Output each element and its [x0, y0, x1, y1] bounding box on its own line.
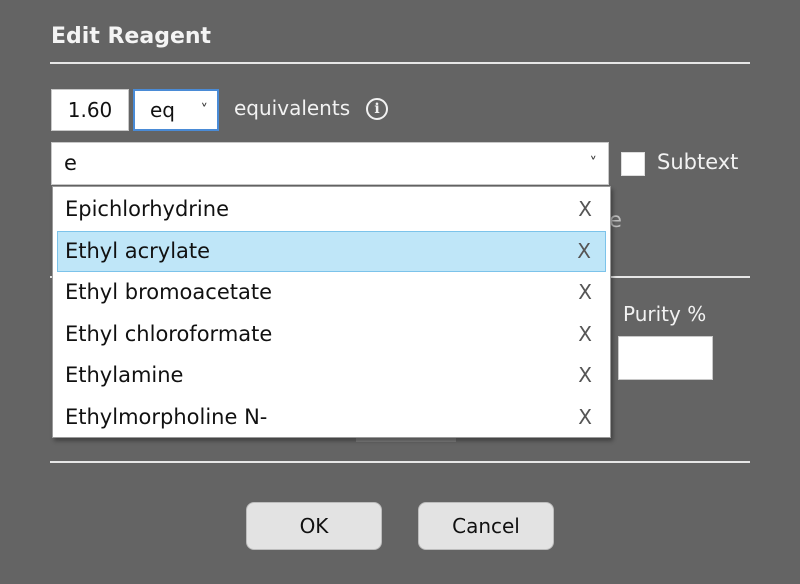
list-item[interactable]: Epichlorhydrine X [57, 189, 606, 231]
reagent-input-value: e [64, 151, 77, 175]
purity-label: Purity % [623, 302, 707, 326]
unit-select[interactable]: eq ˅ [133, 89, 219, 131]
purity-input[interactable] [618, 336, 713, 380]
list-item[interactable]: Ethylmorpholine N- X [57, 397, 606, 439]
list-item-label: Ethyl acrylate [65, 238, 211, 263]
list-item-label: Ethylmorpholine N- [65, 404, 268, 429]
remove-icon[interactable]: X [578, 314, 592, 355]
chevron-down-icon: ˅ [200, 101, 209, 119]
subtext-checkbox[interactable] [621, 152, 645, 176]
remove-icon[interactable]: X [578, 355, 592, 396]
unit-select-value: eq [150, 98, 175, 122]
list-item-label: Ethyl bromoacetate [65, 280, 272, 304]
remove-icon[interactable]: X [578, 272, 592, 313]
list-item-label: Ethylamine [65, 363, 184, 387]
list-item[interactable]: Ethyl chloroformate X [57, 314, 606, 356]
list-item[interactable]: Ethyl acrylate X [57, 230, 606, 272]
info-icon[interactable]: i [366, 98, 388, 120]
reagent-dropdown-list[interactable]: Epichlorhydrine X Ethyl acrylate X Ethyl… [52, 186, 611, 438]
amount-input[interactable]: 1.60 [51, 89, 129, 131]
remove-icon[interactable]: X [578, 397, 592, 438]
reagent-combobox[interactable]: e ˅ [51, 142, 609, 185]
ok-button[interactable]: OK [246, 502, 382, 550]
subtext-label: Subtext [657, 150, 739, 174]
list-item-label: Epichlorhydrine [65, 197, 230, 221]
footer-divider [50, 461, 750, 463]
list-item[interactable]: Ethylamine X [57, 355, 606, 397]
dialog-title: Edit Reagent [51, 24, 212, 49]
equivalents-label: equivalents [234, 96, 351, 120]
remove-icon[interactable]: X [578, 189, 592, 230]
remove-icon[interactable]: X [577, 232, 591, 271]
cancel-button[interactable]: Cancel [418, 502, 554, 550]
chevron-down-icon[interactable]: ˅ [590, 143, 598, 184]
list-item[interactable]: Ethyl bromoacetate X [57, 272, 606, 314]
title-divider [50, 62, 750, 64]
list-item-label: Ethyl chloroformate [65, 321, 273, 346]
